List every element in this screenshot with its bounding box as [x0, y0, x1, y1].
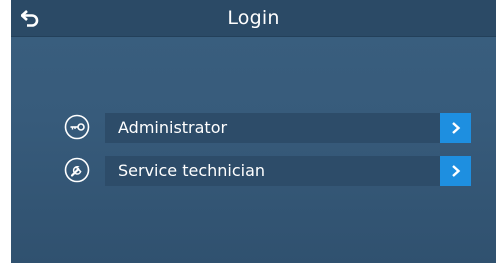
- login-option-service-technician[interactable]: Service technician: [105, 156, 471, 186]
- login-option-administrator[interactable]: Administrator: [105, 113, 471, 143]
- key-icon: [64, 114, 90, 140]
- page-title: Login: [227, 7, 280, 29]
- chevron-right-icon[interactable]: [440, 113, 471, 143]
- header-bar: Login: [11, 0, 496, 37]
- login-option-label: Administrator: [118, 118, 228, 137]
- login-option-label: Service technician: [118, 161, 266, 180]
- wrench-icon: [64, 157, 90, 183]
- chevron-right-icon[interactable]: [440, 156, 471, 186]
- login-screen: Login Administrator Service technician: [11, 0, 496, 263]
